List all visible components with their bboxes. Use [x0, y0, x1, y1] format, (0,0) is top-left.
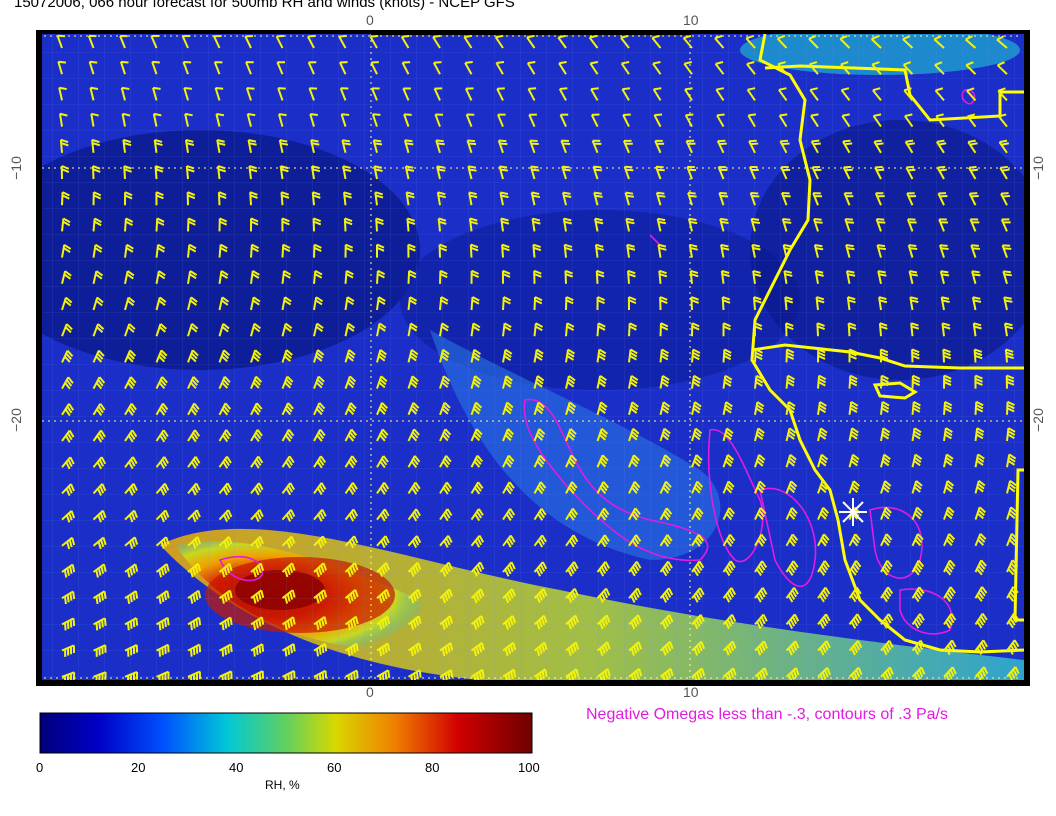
rh-field: [42, 34, 1024, 680]
omega-note: Negative Omegas less than -.3, contours …: [586, 706, 948, 723]
rh-colorbar: [39, 712, 533, 754]
map-canvas: [36, 30, 1030, 754]
colorbar-tick-100: 100: [518, 760, 540, 775]
colorbar-tick-60: 60: [327, 760, 342, 775]
colorbar-tick-80: 80: [425, 760, 440, 775]
colorbar-tick-20: 20: [131, 760, 146, 775]
colorbar-title: RH, %: [265, 778, 300, 792]
star-marker-icon: [839, 498, 867, 526]
colorbar-tick-40: 40: [229, 760, 244, 775]
colorbar-tick-0: 0: [36, 760, 44, 775]
